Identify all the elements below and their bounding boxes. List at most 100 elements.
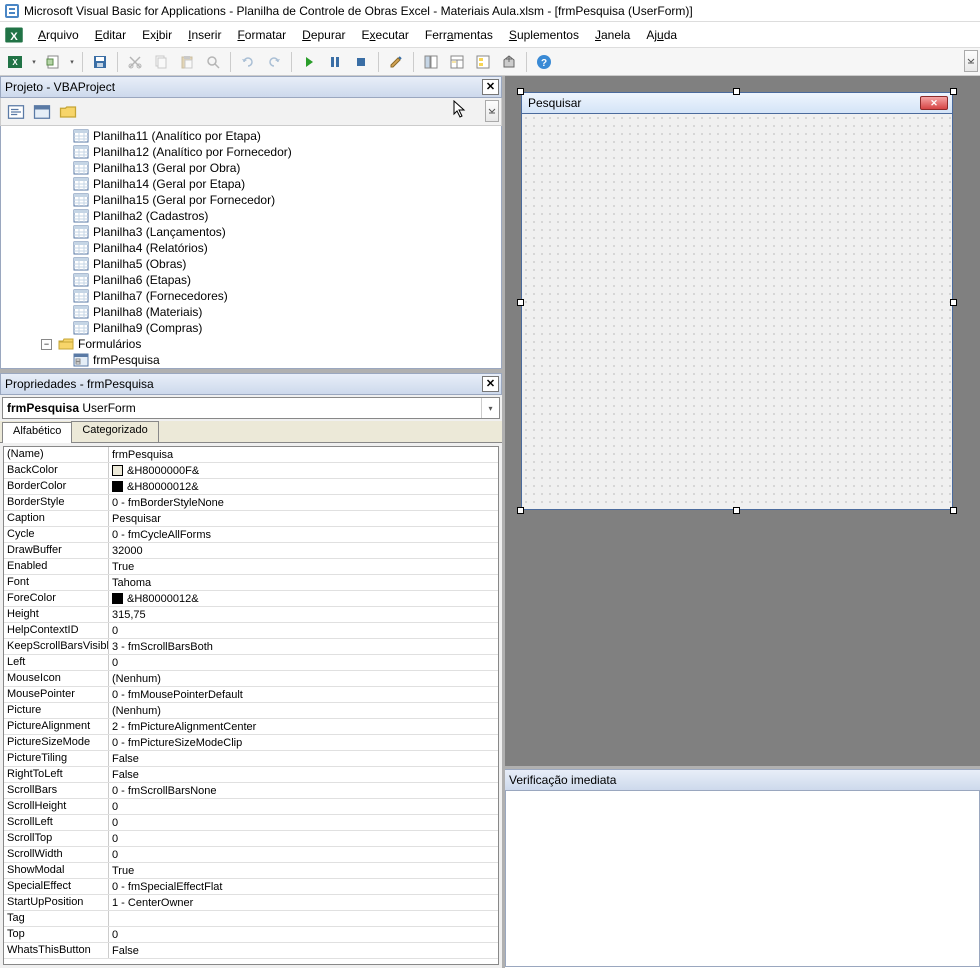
cut-icon[interactable] xyxy=(124,51,146,73)
property-row[interactable]: ForeColor&H80000012& xyxy=(4,591,498,607)
properties-window-icon[interactable] xyxy=(446,51,468,73)
view-excel-icon[interactable]: X xyxy=(4,51,26,73)
property-row[interactable]: ScrollHeight0 xyxy=(4,799,498,815)
tree-item[interactable]: Planilha4 (Relatórios) xyxy=(1,240,501,256)
resize-handle[interactable] xyxy=(950,88,957,95)
property-row[interactable]: MousePointer0 - fmMousePointerDefault xyxy=(4,687,498,703)
menu-executar[interactable]: Executar xyxy=(354,26,417,44)
immediate-body[interactable] xyxy=(505,791,980,967)
close-icon[interactable]: ✕ xyxy=(482,79,499,95)
property-row[interactable]: KeepScrollBarsVisible3 - fmScrollBarsBot… xyxy=(4,639,498,655)
menu-ajuda[interactable]: Ajuda xyxy=(638,26,685,44)
property-row[interactable]: BackColor&H8000000F& xyxy=(4,463,498,479)
design-mode-icon[interactable] xyxy=(385,51,407,73)
resize-handle[interactable] xyxy=(733,507,740,514)
property-row[interactable]: Top0 xyxy=(4,927,498,943)
property-row[interactable]: ScrollWidth0 xyxy=(4,847,498,863)
dropdown-arrow-icon[interactable]: ▾ xyxy=(481,398,499,418)
menu-suplementos[interactable]: Suplementos xyxy=(501,26,587,44)
form-designer[interactable]: Pesquisar ✕ xyxy=(505,76,980,766)
property-row[interactable]: WhatsThisButtonFalse xyxy=(4,943,498,959)
property-row[interactable]: (Name)frmPesquisa xyxy=(4,447,498,463)
property-row[interactable]: MouseIcon(Nenhum) xyxy=(4,671,498,687)
copy-icon[interactable] xyxy=(150,51,172,73)
tree-item[interactable]: Planilha13 (Geral por Obra) xyxy=(1,160,501,176)
userform-body[interactable] xyxy=(521,114,953,510)
tree-item[interactable]: Planilha11 (Analítico por Etapa) xyxy=(1,128,501,144)
resize-handle[interactable] xyxy=(950,507,957,514)
toolbar-overflow-icon[interactable] xyxy=(964,50,978,72)
property-row[interactable]: PictureSizeMode0 - fmPictureSizeModeClip xyxy=(4,735,498,751)
project-explorer-icon[interactable] xyxy=(420,51,442,73)
tree-item[interactable]: Planilha5 (Obras) xyxy=(1,256,501,272)
close-icon[interactable]: ✕ xyxy=(482,376,499,392)
menu-editar[interactable]: Editar xyxy=(87,26,134,44)
menu-janela[interactable]: Janela xyxy=(587,26,638,44)
menu-formatar[interactable]: Formatar xyxy=(229,26,294,44)
property-row[interactable]: FontTahoma xyxy=(4,575,498,591)
tree-item[interactable]: Planilha2 (Cadastros) xyxy=(1,208,501,224)
toggle-folders-icon[interactable] xyxy=(57,101,79,123)
property-row[interactable]: Tag xyxy=(4,911,498,927)
property-row[interactable]: RightToLeftFalse xyxy=(4,767,498,783)
stop-icon[interactable] xyxy=(350,51,372,73)
property-row[interactable]: ScrollTop0 xyxy=(4,831,498,847)
tree-item[interactable]: frmPesquisa xyxy=(1,352,501,368)
run-icon[interactable] xyxy=(298,51,320,73)
properties-grid[interactable]: (Name)frmPesquisaBackColor&H8000000F&Bor… xyxy=(3,446,499,965)
menu-exibir[interactable]: Exibir xyxy=(134,26,180,44)
redo-icon[interactable] xyxy=(263,51,285,73)
dropdown-arrow-icon[interactable]: ▾ xyxy=(68,58,76,66)
save-icon[interactable] xyxy=(89,51,111,73)
undo-icon[interactable] xyxy=(237,51,259,73)
property-row[interactable]: EnabledTrue xyxy=(4,559,498,575)
property-row[interactable]: Cycle0 - fmCycleAllForms xyxy=(4,527,498,543)
dropdown-arrow-icon[interactable]: ▾ xyxy=(30,58,38,66)
tree-item[interactable]: Planilha6 (Etapas) xyxy=(1,272,501,288)
property-row[interactable]: Height315,75 xyxy=(4,607,498,623)
properties-object-selector[interactable]: frmPesquisa UserForm ▾ xyxy=(2,397,500,419)
property-row[interactable]: CaptionPesquisar xyxy=(4,511,498,527)
property-row[interactable]: BorderColor&H80000012& xyxy=(4,479,498,495)
property-row[interactable]: HelpContextID0 xyxy=(4,623,498,639)
tree-item[interactable]: Planilha9 (Compras) xyxy=(1,320,501,336)
insert-item-icon[interactable] xyxy=(42,51,64,73)
tree-item[interactable]: Planilha3 (Lançamentos) xyxy=(1,224,501,240)
menu-ferramentas[interactable]: Ferramentas xyxy=(417,26,501,44)
property-row[interactable]: ScrollLeft0 xyxy=(4,815,498,831)
property-row[interactable]: StartUpPosition1 - CenterOwner xyxy=(4,895,498,911)
view-object-icon[interactable] xyxy=(31,101,53,123)
tree-item[interactable]: Planilha7 (Fornecedores) xyxy=(1,288,501,304)
menu-inserir[interactable]: Inserir xyxy=(180,26,229,44)
excel-icon[interactable]: X xyxy=(4,25,24,45)
property-row[interactable]: BorderStyle0 - fmBorderStyleNone xyxy=(4,495,498,511)
project-toolbar-overflow-icon[interactable] xyxy=(485,100,499,122)
property-row[interactable]: ShowModalTrue xyxy=(4,863,498,879)
resize-handle[interactable] xyxy=(733,88,740,95)
paste-icon[interactable] xyxy=(176,51,198,73)
property-row[interactable]: ScrollBars0 - fmScrollBarsNone xyxy=(4,783,498,799)
property-row[interactable]: PictureAlignment2 - fmPictureAlignmentCe… xyxy=(4,719,498,735)
property-row[interactable]: PictureTilingFalse xyxy=(4,751,498,767)
project-tree[interactable]: Planilha11 (Analítico por Etapa) Planilha… xyxy=(0,126,502,369)
tree-item[interactable]: Planilha15 (Geral por Fornecedor) xyxy=(1,192,501,208)
resize-handle[interactable] xyxy=(517,507,524,514)
help-icon[interactable]: ? xyxy=(533,51,555,73)
property-row[interactable]: Picture(Nenhum) xyxy=(4,703,498,719)
resize-handle[interactable] xyxy=(950,299,957,306)
userform-preview[interactable]: Pesquisar ✕ xyxy=(521,92,953,510)
resize-handle[interactable] xyxy=(517,88,524,95)
property-row[interactable]: DrawBuffer32000 xyxy=(4,543,498,559)
find-icon[interactable] xyxy=(202,51,224,73)
tab-alphabetic[interactable]: Alfabético xyxy=(2,422,72,443)
tree-item[interactable]: Planilha8 (Materiais) xyxy=(1,304,501,320)
property-row[interactable]: Left0 xyxy=(4,655,498,671)
menu-arquivo[interactable]: Arquivo xyxy=(30,26,87,44)
close-icon[interactable]: ✕ xyxy=(920,96,948,110)
toolbox-icon[interactable] xyxy=(498,51,520,73)
resize-handle[interactable] xyxy=(517,299,524,306)
view-code-icon[interactable] xyxy=(5,101,27,123)
property-row[interactable]: SpecialEffect0 - fmSpecialEffectFlat xyxy=(4,879,498,895)
tree-item[interactable]: Planilha14 (Geral por Etapa) xyxy=(1,176,501,192)
menu-depurar[interactable]: Depurar xyxy=(294,26,353,44)
